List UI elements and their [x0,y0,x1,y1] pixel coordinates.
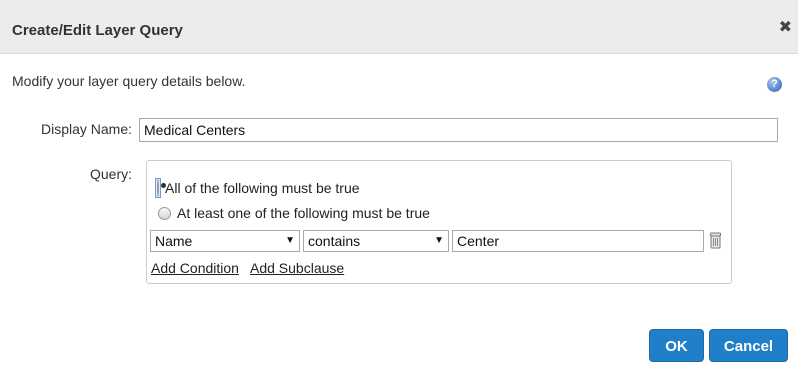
display-name-label: Display Name: [40,121,132,137]
radio-any-true[interactable]: At least one of the following must be tr… [158,205,430,221]
radio-all-true[interactable]: All of the following must be true [155,178,360,198]
help-icon[interactable]: ? [767,77,782,92]
radio-any-true-label: At least one of the following must be tr… [177,205,430,221]
layer-query-dialog: Create/Edit Layer Query ✖ Modify your la… [0,0,798,374]
trash-icon[interactable] [710,232,721,249]
condition-operator-value: contains [308,233,361,249]
close-icon[interactable]: ✖ [779,20,792,36]
add-subclause-link[interactable]: Add Subclause [250,260,344,276]
radio-button-selected[interactable] [157,179,159,197]
dialog-title: Create/Edit Layer Query [12,22,183,39]
ok-button[interactable]: OK [649,329,704,362]
condition-operator-select[interactable]: contains ▼ [303,230,449,252]
dialog-titlebar: Create/Edit Layer Query ✖ [0,0,798,54]
radio-all-true-label: All of the following must be true [165,180,360,196]
condition-field-select[interactable]: Name ▼ [150,230,300,252]
dropdown-arrow-icon: ▼ [434,235,444,246]
radio-button-unselected[interactable] [158,206,171,220]
query-label: Query: [89,166,132,182]
condition-value-input[interactable] [452,230,704,252]
intro-text: Modify your layer query details below. [12,73,246,89]
condition-field-value: Name [155,233,193,249]
add-condition-link[interactable]: Add Condition [151,260,239,276]
radio-focus-ring [155,178,161,198]
display-name-input[interactable] [139,118,778,142]
cancel-button[interactable]: Cancel [709,329,788,362]
dropdown-arrow-icon: ▼ [285,235,295,246]
